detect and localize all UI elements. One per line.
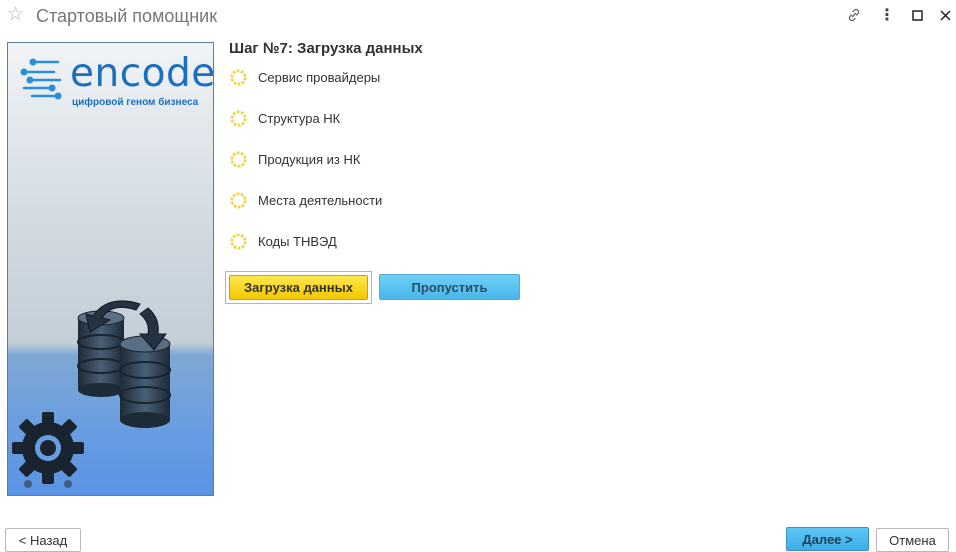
step-item-tnved-codes: Коды ТНВЭД xyxy=(229,231,629,253)
step-item-label: Места деятельности xyxy=(258,193,383,208)
loading-spinner-icon xyxy=(230,151,247,168)
database-sync-illustration xyxy=(12,300,171,488)
step-item-label: Продукция из НК xyxy=(258,152,361,167)
next-button[interactable]: Далее > xyxy=(786,527,869,551)
loading-spinner-icon xyxy=(230,233,247,250)
cancel-button[interactable]: Отмена xyxy=(876,528,949,552)
load-data-button[interactable]: Загрузка данных xyxy=(229,275,368,300)
loading-spinner-icon xyxy=(230,192,247,209)
maximize-icon[interactable] xyxy=(906,5,928,25)
more-vertical-icon[interactable]: ⋮ xyxy=(876,5,898,25)
close-icon[interactable] xyxy=(934,5,956,25)
database-icon xyxy=(119,335,171,428)
side-panel: encode цифровой геном бизнеса xyxy=(7,42,214,496)
load-data-button-focus: Загрузка данных xyxy=(225,271,372,304)
link-icon[interactable] xyxy=(843,5,865,25)
skip-button[interactable]: Пропустить xyxy=(379,274,520,300)
gear-icon xyxy=(12,412,84,484)
logo-tagline: цифровой геном бизнеса xyxy=(72,97,199,108)
loading-spinner-icon xyxy=(230,69,247,86)
back-button[interactable]: < Назад xyxy=(5,528,81,552)
step-title: Шаг №7: Загрузка данных xyxy=(229,40,423,57)
step-item-nk-products: Продукция из НК xyxy=(229,149,629,171)
step-item-label: Коды ТНВЭД xyxy=(258,234,337,249)
window-title: Стартовый помощник xyxy=(36,6,218,26)
step-item-service-providers: Сервис провайдеры xyxy=(229,67,629,89)
step-item-activity-places: Места деятельности xyxy=(229,190,629,212)
logo-text: encode xyxy=(70,51,214,96)
step-item-label: Структура НК xyxy=(258,111,341,126)
loading-spinner-icon xyxy=(230,110,247,127)
star-icon[interactable]: ☆ xyxy=(7,4,24,26)
encode-logo: encode цифровой геном бизнеса xyxy=(18,51,213,108)
step-item-label: Сервис провайдеры xyxy=(258,70,381,85)
step-item-nk-structure: Структура НК xyxy=(229,108,629,130)
logo-mark-icon xyxy=(20,58,62,100)
title-bar: ☆ Стартовый помощник ⋮ xyxy=(0,0,956,32)
